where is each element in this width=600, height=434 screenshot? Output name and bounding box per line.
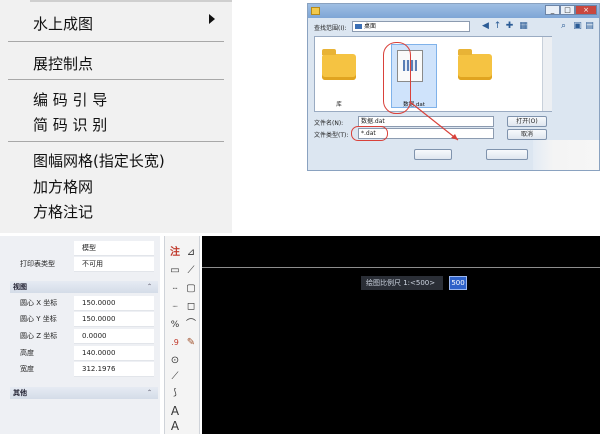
collapse-icon: ⌃	[146, 389, 152, 396]
property-value[interactable]: 模型	[74, 241, 154, 256]
box-icon[interactable]: ▢	[184, 282, 198, 296]
property-value[interactable]: 150.0000	[74, 296, 154, 311]
point-style-icon[interactable]: .9	[168, 336, 182, 350]
property-value[interactable]: 0.0000	[74, 329, 154, 344]
property-value[interactable]: 150.0000	[74, 312, 154, 327]
property-row: 圆心 Y 坐标 150.0000	[10, 312, 160, 327]
property-key: 圆心 Z 坐标	[20, 332, 58, 340]
circle-dot-icon[interactable]: ⊙	[168, 354, 182, 368]
menu-item-control-points[interactable]: 展控制点	[33, 53, 93, 74]
property-key: 高度	[20, 349, 34, 357]
property-key	[10, 241, 70, 256]
dashed-line-icon[interactable]: ┄	[168, 282, 182, 296]
menu-item-water-mapping[interactable]: 水上成图	[33, 13, 93, 34]
menu-item-add-grid[interactable]: 加方格网	[33, 176, 93, 197]
annotate-icon[interactable]: 注	[168, 246, 182, 260]
dotted-line-icon[interactable]: ┈	[168, 300, 182, 314]
context-menu: 水上成图 展控制点 编 码 引 导 简 码 识 别 图幅网格(指定长宽) 加方格…	[0, 0, 232, 233]
property-value[interactable]: 312.1976	[74, 362, 154, 377]
property-key: 圆心 Y 坐标	[20, 315, 57, 323]
curve-icon[interactable]: ⌒	[184, 318, 198, 332]
menu-top-divider	[30, 0, 232, 2]
scale-prompt: 绘图比例尺 1:<500>	[366, 279, 436, 287]
pen-icon[interactable]: ✎	[184, 336, 198, 350]
submenu-arrow-icon	[209, 14, 215, 24]
scale-input[interactable]: 500	[449, 276, 467, 290]
property-row: 宽度 312.1976	[10, 362, 160, 377]
text-edit-icon[interactable]: A	[168, 419, 182, 433]
section-header-view[interactable]: 视图 ⌃	[10, 281, 158, 293]
chain-icon[interactable]: ⟆	[168, 386, 182, 400]
percent-icon[interactable]: %	[168, 318, 182, 332]
drawing-canvas[interactable]: 绘图比例尺 1:<500> 500	[202, 236, 600, 434]
pointer-arrow	[409, 101, 459, 141]
drawing-toolbar: 注 ⊿ ▭ ⟋ ┄ ▢ ┈ ◻ % ⌒ .9 ✎ ⊙ ⟋ ⟆ A A	[164, 236, 200, 434]
property-value[interactable]: 不可用	[74, 257, 154, 272]
menu-item-code-guide[interactable]: 编 码 引 导	[33, 89, 107, 110]
property-value[interactable]: 140.0000	[74, 346, 154, 361]
rectangle-icon[interactable]: ▭	[168, 264, 182, 278]
property-key: 打印表类型	[20, 260, 55, 268]
collapse-icon: ⌃	[146, 283, 152, 290]
menu-separator	[8, 79, 224, 80]
property-key: 圆心 X 坐标	[20, 299, 58, 307]
property-row: 打印表类型 不可用	[10, 257, 160, 272]
property-panel: 模型 打印表类型 不可用 视图 ⌃ 圆心 X 坐标 150.0000 圆心 Y …	[0, 236, 160, 434]
line-tool-icon[interactable]: ⟋	[184, 264, 198, 278]
menu-separator	[8, 41, 224, 42]
frame-icon[interactable]: ◻	[184, 300, 198, 314]
menu-item-map-grid[interactable]: 图幅网格(指定长宽)	[33, 150, 165, 171]
property-row: 高度 140.0000	[10, 346, 160, 361]
menu-item-grid-annotation[interactable]: 方格注记	[33, 201, 93, 222]
property-row: 圆心 Z 坐标 0.0000	[10, 329, 160, 344]
menu-separator	[8, 141, 224, 142]
text-icon[interactable]: A	[168, 404, 182, 418]
property-row: 圆心 X 坐标 150.0000	[10, 296, 160, 311]
property-key: 宽度	[20, 365, 34, 373]
menu-item-short-code[interactable]: 简 码 识 别	[33, 114, 107, 135]
section-header-other[interactable]: 其他 ⌃	[10, 387, 158, 399]
canvas-divider	[202, 267, 600, 268]
diagonal-line-icon[interactable]: ⟋	[168, 370, 182, 384]
section-title: 其他	[13, 389, 27, 397]
open-file-dialog: _ □ × 查找范围(I): 桌面 ◀ ↑ ✚ ▦ ⌕ ▣ ▤ 库 数据.dat…	[307, 3, 600, 171]
property-row: 模型	[10, 241, 160, 256]
arc-icon[interactable]: ⊿	[184, 246, 198, 260]
section-title: 视图	[13, 283, 27, 291]
